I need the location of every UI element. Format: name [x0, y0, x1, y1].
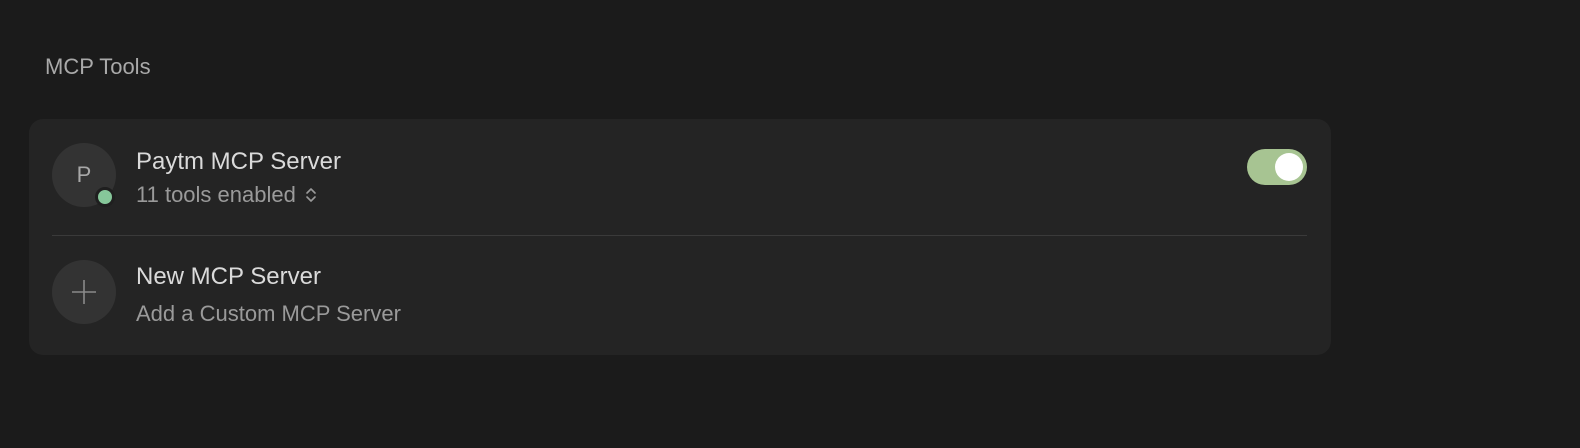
new-server-title: New MCP Server: [136, 263, 321, 290]
mcp-server-row[interactable]: P Paytm MCP Server 11 tools enabled: [52, 142, 1307, 208]
settings-page: MCP Tools P Paytm MCP Server 11 tools en…: [0, 0, 1580, 448]
chevron-up-down-icon: [304, 185, 318, 205]
plus-icon: [52, 260, 116, 324]
server-avatar-letter: P: [76, 162, 92, 187]
server-name: Paytm MCP Server: [136, 148, 341, 175]
tools-enabled-label: 11 tools enabled: [136, 182, 296, 207]
new-mcp-server-row[interactable]: New MCP Server Add a Custom MCP Server: [52, 259, 1307, 326]
server-status-dot: [95, 187, 115, 207]
tools-enabled-selector[interactable]: 11 tools enabled: [136, 182, 318, 208]
mcp-tools-card: P Paytm MCP Server 11 tools enabled New …: [29, 119, 1331, 355]
section-title: MCP Tools: [45, 54, 151, 79]
row-divider: [52, 235, 1307, 236]
server-enabled-toggle[interactable]: [1247, 149, 1307, 185]
new-server-subtitle: Add a Custom MCP Server: [136, 301, 401, 326]
toggle-knob: [1275, 153, 1303, 181]
